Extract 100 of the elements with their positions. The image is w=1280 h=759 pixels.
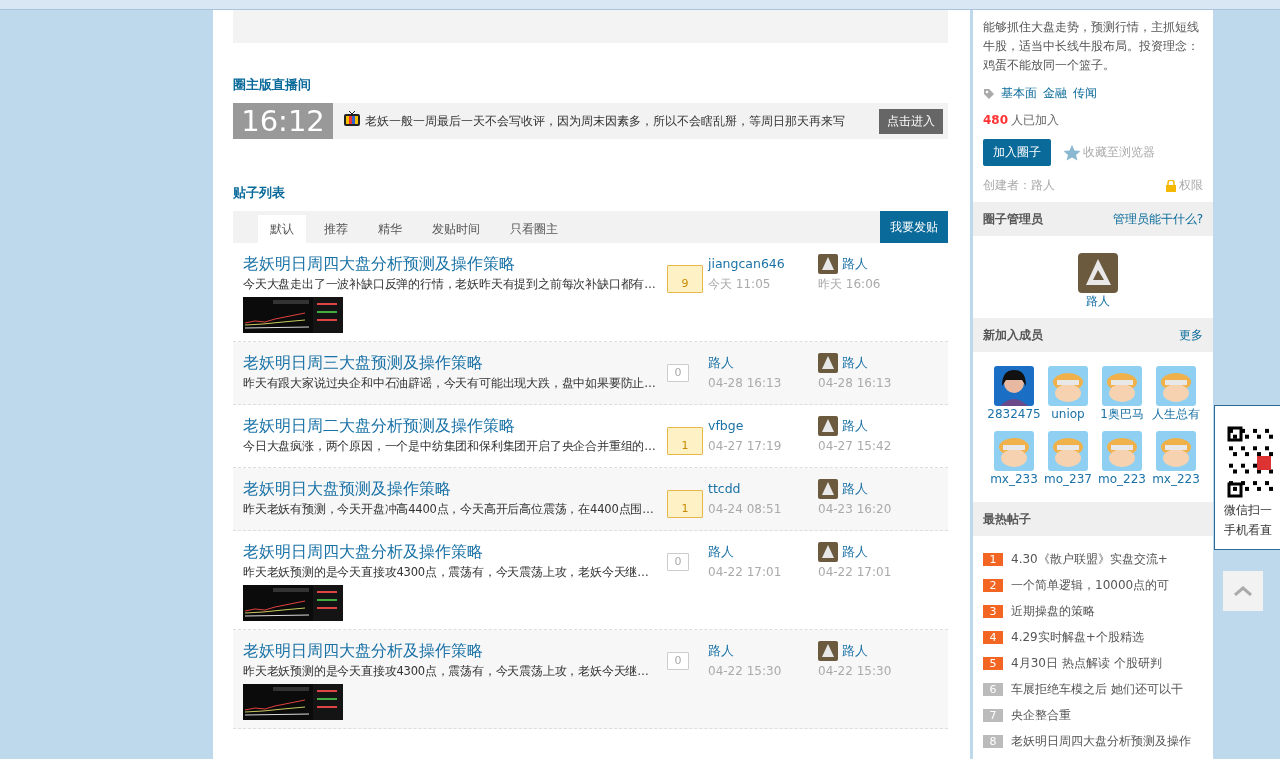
star-icon <box>1063 144 1081 161</box>
header-link[interactable]: 管理员能干什么? <box>1112 210 1203 228</box>
rank-badge: 3 <box>983 604 1003 618</box>
author-link[interactable]: vfbge <box>708 418 744 433</box>
hot-post-link[interactable]: 4月30日 热点解读 个股研判 <box>1011 654 1162 672</box>
author-link[interactable]: 路人 <box>842 641 868 661</box>
post-title-link[interactable]: 老妖明日周四大盘分析及操作策略 <box>243 640 667 662</box>
hot-post-link[interactable]: 一个简单逻辑，10000点的可 <box>1011 576 1170 594</box>
author-link[interactable]: 路人 <box>842 479 868 499</box>
tag-link[interactable]: 金融 <box>1043 85 1067 102</box>
post-title-link[interactable]: 老妖明日周三大盘预测及操作策略 <box>243 352 667 374</box>
post-time: 04-24 08:51 <box>708 501 783 518</box>
reply-time: 昨天 16:06 <box>818 276 882 293</box>
post-time: 04-28 16:13 <box>708 375 783 392</box>
member-name-link[interactable]: 2832475 <box>987 406 1041 423</box>
header-link[interactable]: 更多 <box>1179 326 1203 344</box>
avatar <box>818 479 838 499</box>
section-title: 新加入成员 <box>983 326 1043 344</box>
hot-post-link[interactable]: 近期操盘的策略 <box>1011 602 1095 620</box>
sort-tab[interactable]: 只看圈主 <box>498 215 570 243</box>
avatar <box>1102 366 1142 406</box>
post-excerpt: 昨天老妖预测的是今天直接攻4300点，震荡有，今天震荡上攻，老妖今天继… <box>243 564 650 581</box>
rank-badge: 5 <box>983 656 1003 670</box>
member-count-label: 人已加入 <box>1011 113 1060 127</box>
reply-count: 1 <box>667 490 703 518</box>
member-name-link[interactable]: 路人 <box>1085 293 1110 310</box>
member-name-link[interactable]: mx_233 <box>990 471 1038 488</box>
lock-icon <box>1166 179 1176 192</box>
post-time: 04-27 17:19 <box>708 438 783 455</box>
hot-post-link[interactable]: 老妖明日周四大盘分析预测及操作 <box>1011 732 1191 750</box>
rank-badge: 6 <box>983 682 1003 696</box>
avatar <box>994 366 1034 406</box>
post-time: 04-22 15:30 <box>708 663 783 680</box>
rank-badge: 2 <box>983 578 1003 592</box>
rank-badge: 7 <box>983 708 1003 722</box>
author-link[interactable]: jiangcan646 <box>708 256 785 271</box>
avatar <box>1048 366 1088 406</box>
author-link[interactable]: 路人 <box>708 355 734 370</box>
author-link[interactable]: 路人 <box>708 544 734 559</box>
author-link[interactable]: ttcdd <box>708 481 741 496</box>
avatar <box>1102 431 1142 471</box>
tag-link[interactable]: 基本面 <box>1001 85 1037 102</box>
author-link[interactable]: 路人 <box>842 542 868 562</box>
back-to-top-button[interactable] <box>1223 571 1263 611</box>
member-name-link[interactable]: 人生总有 <box>1152 406 1200 423</box>
post-excerpt: 昨天老妖预测的是今天直接攻4300点，震荡有，今天震荡上攻，老妖今天继… <box>243 663 650 680</box>
avatar <box>818 353 838 373</box>
reply-count: 0 <box>667 553 689 571</box>
new-post-button[interactable]: 我要发贴 <box>880 211 948 243</box>
rank-badge: 4 <box>983 630 1003 644</box>
sort-tab[interactable]: 默认 <box>258 215 306 243</box>
rank-badge: 8 <box>983 734 1003 748</box>
member-name-link[interactable]: 1奥巴马 <box>1100 406 1144 423</box>
author-link[interactable]: 路人 <box>842 416 868 436</box>
avatar <box>1077 253 1118 293</box>
member-name-link[interactable]: mo_223 <box>1098 471 1146 488</box>
live-time: 16:12 <box>233 103 333 139</box>
avatar <box>818 641 838 661</box>
qr-caption: 手机看直 <box>1224 522 1273 539</box>
section-title: 最热帖子 <box>983 510 1031 528</box>
group-description: 能够抓住大盘走势，预测行情，主抓短线牛股，适当中长线牛股布局。投资理念：鸡蛋不能放同一个篮子。 <box>983 19 1200 74</box>
rank-badge: 1 <box>983 552 1003 566</box>
post-time: 04-22 17:01 <box>708 564 783 581</box>
member-count: 480 <box>983 113 1009 127</box>
member-name-link[interactable]: uniop <box>1051 406 1085 423</box>
avatar <box>818 416 838 436</box>
reply-count: 0 <box>667 652 689 670</box>
sort-tab[interactable]: 推荐 <box>312 215 360 243</box>
author-link[interactable]: 路人 <box>842 353 868 373</box>
avatar <box>1156 366 1196 406</box>
sort-tab[interactable]: 精华 <box>366 215 414 243</box>
chevron-up-icon <box>1234 586 1252 596</box>
hot-post-link[interactable]: 4.30《散户联盟》实盘交流+ <box>1011 550 1168 568</box>
tv-icon <box>343 111 361 127</box>
post-title-link[interactable]: 老妖明日大盘预测及操作策略 <box>243 478 667 500</box>
avatar <box>818 254 838 274</box>
member-name-link[interactable]: mo_237 <box>1044 471 1092 488</box>
hot-post-link[interactable]: 央企整合重 <box>1011 706 1071 724</box>
join-button[interactable]: 加入圈子 <box>983 139 1051 166</box>
enter-button[interactable]: 点击进入 <box>879 108 943 134</box>
sort-tab[interactable]: 发贴时间 <box>420 215 492 243</box>
reply-time: 04-22 15:30 <box>818 663 893 680</box>
member-name-link[interactable]: mx_223 <box>1152 471 1200 488</box>
avatar <box>994 431 1034 471</box>
hot-post-link[interactable]: 车展拒绝车模之后 她们还可以干 <box>1011 680 1183 698</box>
post-excerpt: 今天大盘走出了一波补缺口反弹的行情，老妖昨天有提到之前每次补缺口都有… <box>243 276 657 293</box>
post-excerpt: 昨天老妖有预测，今天开盘冲高4400点，今天高开后高位震荡，在4400点围… <box>243 501 655 518</box>
section-title: 圈主版直播间 <box>233 76 312 93</box>
section-title: 圈子管理员 <box>983 210 1043 228</box>
hot-post-link[interactable]: 4.29实时解盘+个股精选 <box>1011 628 1144 646</box>
avatar <box>1156 431 1196 471</box>
author-link[interactable]: 路人 <box>842 254 868 274</box>
author-link[interactable]: 路人 <box>708 643 734 658</box>
creator-text: 创建者：路人 <box>983 177 1055 194</box>
post-title-link[interactable]: 老妖明日周四大盘分析预测及操作策略 <box>243 253 667 275</box>
post-title-link[interactable]: 老妖明日周四大盘分析及操作策略 <box>243 541 667 563</box>
post-title-link[interactable]: 老妖明日周二大盘分析预测及操作策略 <box>243 415 667 437</box>
tag-link[interactable]: 传闻 <box>1073 85 1097 102</box>
post-excerpt: 昨天有跟大家说过央企和中石油辟谣，今天有可能出现大跌，盘中如果要防止… <box>243 375 657 392</box>
reply-count: 9 <box>667 265 703 293</box>
